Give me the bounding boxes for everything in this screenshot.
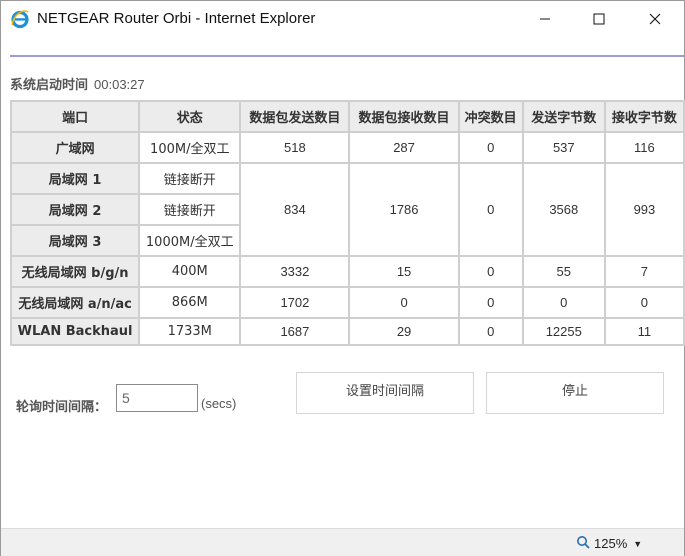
tx-packets-cell: 3332: [239, 255, 351, 288]
tx-bytes-cell: 0: [521, 286, 606, 319]
collisions-cell: 0: [457, 286, 524, 319]
rx-bytes-cell: 993: [603, 162, 685, 257]
poll-interval-input[interactable]: [116, 384, 198, 412]
rx-bytes-cell: 0: [603, 286, 685, 319]
collisions-cell: 0: [457, 162, 524, 257]
column-header: 端口: [9, 100, 141, 133]
status-cell: 100M/全双工: [138, 131, 242, 164]
internet-explorer-icon: [10, 9, 30, 29]
rx-bytes-cell: 7: [603, 255, 685, 288]
title-bar: NETGEAR Router Orbi - Internet Explorer: [1, 1, 684, 37]
tx-bytes-cell: 55: [521, 255, 606, 288]
rx-packets-cell: 1786: [348, 162, 460, 257]
column-header: 冲突数目: [457, 100, 524, 133]
rx-bytes-cell: 116: [603, 131, 685, 164]
port-cell: 无线局域网 b/g/n: [9, 255, 141, 288]
tx-bytes-cell: 3568: [521, 162, 606, 257]
window-title: NETGEAR Router Orbi - Internet Explorer: [37, 10, 316, 27]
rx-packets-cell: 0: [348, 286, 460, 319]
stop-button[interactable]: 停止: [486, 372, 664, 414]
header-divider: [10, 55, 684, 57]
table-row: 无线局域网 b/g/n 400M 3332 15 0 55 7: [9, 255, 685, 288]
tx-packets-cell: 1687: [239, 317, 351, 346]
tx-packets-cell: 518: [239, 131, 351, 164]
status-cell: 1733M: [138, 317, 242, 346]
rx-bytes-cell: 11: [603, 317, 685, 346]
zoom-icon: [576, 535, 590, 552]
rx-packets-cell: 15: [348, 255, 460, 288]
table-header-row: 端口 状态 数据包发送数目 数据包接收数目 冲突数目 发送字节数 接收字节数: [9, 100, 685, 133]
rx-packets-cell: 29: [348, 317, 460, 346]
status-cell: 1000M/全双工: [138, 224, 242, 257]
tx-bytes-cell: 537: [521, 131, 606, 164]
maximize-button[interactable]: [576, 1, 622, 37]
uptime-value: 00:03:27: [94, 77, 145, 92]
set-interval-button[interactable]: 设置时间间隔: [296, 372, 474, 414]
column-header: 发送字节数: [521, 100, 606, 133]
port-cell: WLAN Backhaul: [9, 317, 141, 346]
collisions-cell: 0: [457, 131, 524, 164]
column-header: 接收字节数: [603, 100, 685, 133]
column-header: 状态: [138, 100, 242, 133]
zoom-control[interactable]: 125% ▼: [576, 535, 642, 552]
port-cell: 广域网: [9, 131, 141, 164]
poll-interval-label: 轮询时间间隔：: [16, 400, 108, 415]
table-row: 局域网 1 链接断开 834 1786 0 3568 993: [9, 162, 685, 257]
status-bar: 125% ▼: [1, 528, 684, 556]
port-cell: 局域网 1: [9, 162, 141, 195]
status-cell: 400M: [138, 255, 242, 288]
port-cell: 无线局域网 a/n/ac: [9, 286, 141, 319]
close-button[interactable]: [632, 1, 678, 37]
minimize-button[interactable]: [522, 1, 568, 37]
tx-packets-cell: 834: [239, 162, 351, 257]
tx-packets-cell: 1702: [239, 286, 351, 319]
browser-window: NETGEAR Router Orbi - Internet Explorer …: [0, 0, 685, 556]
collisions-cell: 0: [457, 317, 524, 346]
rx-packets-cell: 287: [348, 131, 460, 164]
chevron-down-icon: ▼: [633, 538, 643, 549]
port-cell: 局域网 2: [9, 193, 141, 226]
status-cell: 链接断开: [138, 193, 242, 226]
traffic-stats-table: 端口 状态 数据包发送数目 数据包接收数目 冲突数目 发送字节数 接收字节数 广…: [9, 100, 685, 346]
close-icon: [649, 13, 661, 25]
uptime-label: 系统启动时间: [10, 78, 89, 93]
table-row: 广域网 100M/全双工 518 287 0 537 116: [9, 131, 685, 164]
zoom-level: 125%: [594, 536, 628, 551]
maximize-icon: [593, 13, 605, 25]
minimize-icon: [540, 18, 550, 20]
column-header: 数据包发送数目: [239, 100, 351, 133]
status-cell: 866M: [138, 286, 242, 319]
table-row: 无线局域网 a/n/ac 866M 1702 0 0 0 0: [9, 286, 685, 319]
port-cell: 局域网 3: [9, 224, 141, 257]
column-header: 数据包接收数目: [348, 100, 460, 133]
status-cell: 链接断开: [138, 162, 242, 195]
uptime: 系统启动时间 00:03:27: [10, 74, 145, 93]
tx-bytes-cell: 12255: [521, 317, 606, 346]
collisions-cell: 0: [457, 255, 524, 288]
table-row: WLAN Backhaul 1733M 1687 29 0 12255 11: [9, 317, 685, 346]
poll-interval-unit: (secs): [201, 396, 237, 411]
